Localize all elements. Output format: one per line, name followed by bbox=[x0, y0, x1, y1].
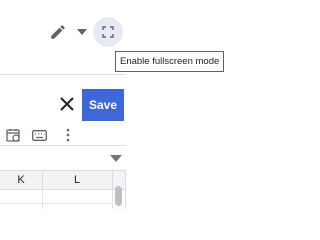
cell-divider bbox=[112, 189, 113, 209]
row-divider bbox=[0, 203, 112, 204]
cell-divider bbox=[42, 189, 43, 209]
vertical-scrollbar[interactable] bbox=[115, 186, 122, 206]
grid-body[interactable] bbox=[0, 189, 113, 209]
edit-mode-dropdown[interactable] bbox=[74, 24, 90, 40]
panel-edge bbox=[125, 170, 126, 209]
calendar-icon[interactable] bbox=[5, 127, 21, 143]
more-vert-icon[interactable] bbox=[60, 127, 76, 143]
fullscreen-icon bbox=[102, 26, 114, 38]
pencil-icon bbox=[51, 25, 65, 39]
save-button[interactable]: Save bbox=[82, 89, 124, 121]
toolbar-divider bbox=[0, 145, 126, 146]
chevron-down-icon[interactable] bbox=[110, 153, 122, 163]
panel-divider bbox=[0, 74, 126, 75]
partial-toolbar-icon[interactable] bbox=[0, 127, 2, 143]
column-header-k[interactable]: K bbox=[0, 171, 42, 189]
edit-pencil-button[interactable] bbox=[46, 20, 70, 44]
column-divider bbox=[112, 171, 113, 189]
close-button[interactable] bbox=[57, 94, 77, 114]
column-header-row: K L bbox=[0, 170, 126, 190]
close-icon bbox=[60, 97, 74, 111]
caret-down-icon bbox=[77, 29, 87, 35]
column-header-l[interactable]: L bbox=[42, 171, 112, 189]
keyboard-icon[interactable] bbox=[31, 127, 47, 143]
fullscreen-tooltip: Enable fullscreen mode bbox=[115, 51, 225, 72]
fullscreen-button[interactable] bbox=[93, 17, 123, 47]
